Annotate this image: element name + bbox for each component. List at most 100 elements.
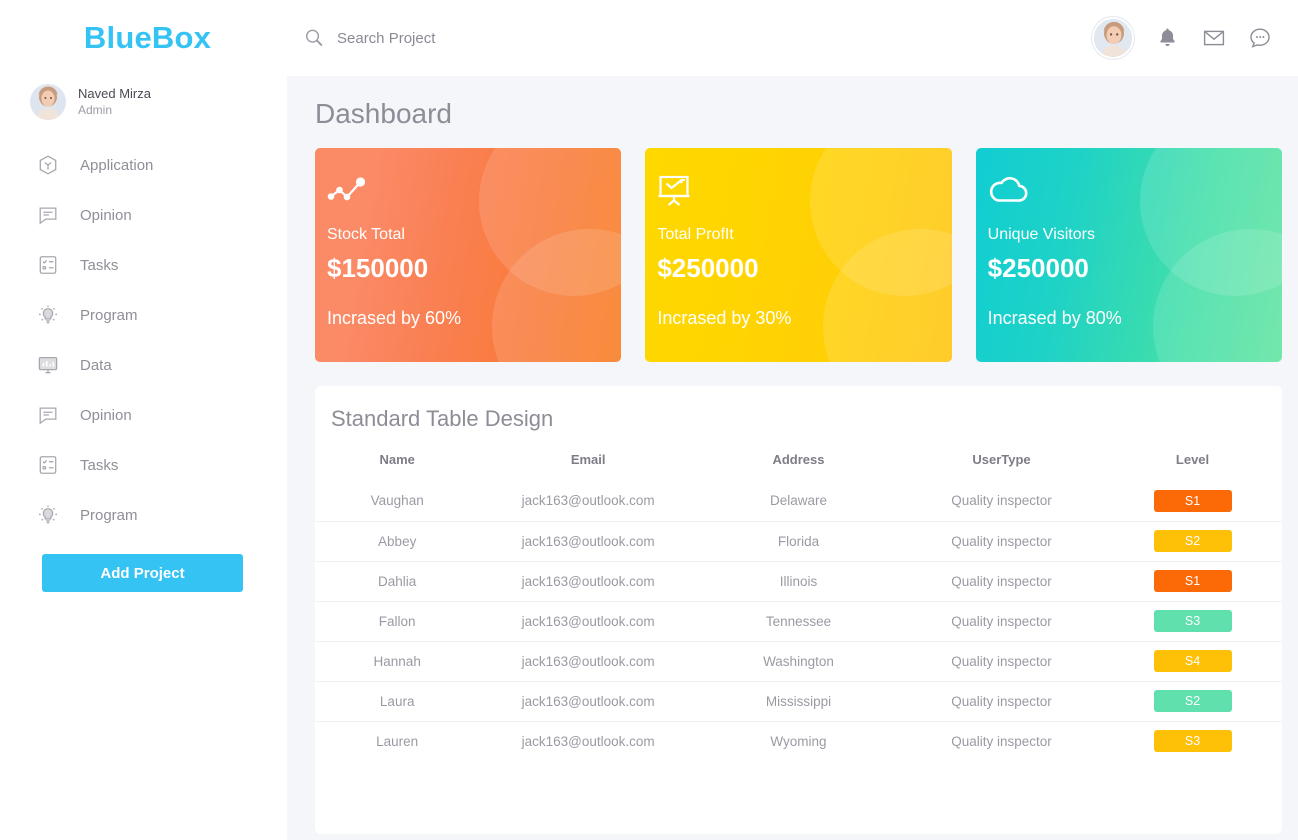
cell-email: jack163@outlook.com xyxy=(479,720,697,761)
cube-icon xyxy=(36,153,60,177)
stat-card-label: Total ProfIt xyxy=(657,226,734,243)
table-row[interactable]: Lauren jack163@outlook.com Wyoming Quali… xyxy=(315,720,1282,761)
bell-icon[interactable] xyxy=(1156,26,1180,50)
sidebar-item-data[interactable]: Data xyxy=(0,340,287,390)
stat-card-value: $150000 xyxy=(327,253,429,283)
sidebar-item-label: Application xyxy=(80,156,154,174)
cell-email: jack163@outlook.com xyxy=(479,680,697,721)
sidebar-item-label: Tasks xyxy=(80,456,119,474)
cell-name: Dahlia xyxy=(315,560,480,601)
add-project-container: Add Project xyxy=(0,540,287,592)
sidebar-user-profile[interactable]: Naved Mirza Admin xyxy=(0,76,287,128)
cell-name: Lauren xyxy=(315,720,480,761)
status-badge: S3 xyxy=(1153,730,1232,753)
column-header-address[interactable]: Address xyxy=(697,440,900,481)
envelope-icon[interactable] xyxy=(1202,26,1226,50)
cell-address: Illinois xyxy=(696,560,900,601)
sidebar-item-label: Data xyxy=(80,356,112,374)
column-header-email[interactable]: Email xyxy=(479,440,697,481)
cell-usertype: Quality inspector xyxy=(900,600,1104,641)
table-row[interactable]: Hannah jack163@outlook.com Washington Qu… xyxy=(315,640,1282,681)
stat-card-label: Stock Total xyxy=(327,226,405,243)
cell-email: jack163@outlook.com xyxy=(479,520,697,561)
cell-usertype: Quality inspector xyxy=(951,493,1052,509)
table-row[interactable]: Laura jack163@outlook.com Mississippi Qu… xyxy=(315,680,1282,721)
cell-name: Laura xyxy=(315,680,480,721)
sidebar-item-opinion[interactable]: Opinion xyxy=(0,190,287,240)
lightbulb-icon xyxy=(36,503,60,527)
sidebar-item-application[interactable]: Application xyxy=(0,140,287,190)
stat-card-sub: Incrased by 30% xyxy=(657,308,792,328)
sidebar-item-label: Program xyxy=(80,506,138,524)
sidebar-item-program-2[interactable]: Program xyxy=(0,490,287,540)
cell-email: jack163@outlook.com xyxy=(521,493,655,509)
stat-card-sub: Incrased by 60% xyxy=(327,308,462,328)
stat-card-value: $250000 xyxy=(987,253,1089,283)
stat-cards: Stock Total $150000 Incrased by 60% Tota… xyxy=(301,148,1284,362)
cell-level: S3 xyxy=(1103,720,1282,761)
search-icon xyxy=(303,27,325,49)
cell-email: jack163@outlook.com xyxy=(479,640,697,681)
sidebar-item-program[interactable]: Program xyxy=(0,290,287,340)
column-header-usertype[interactable]: UserType xyxy=(900,440,1103,481)
presentation-chart-icon xyxy=(657,174,951,216)
main-area: Dashboard xyxy=(287,0,1298,840)
sidebar-item-tasks-2[interactable]: Tasks xyxy=(0,440,287,490)
table-row[interactable]: Abbey jack163@outlook.com Florida Qualit… xyxy=(315,520,1282,561)
cell-address: Mississippi xyxy=(696,680,900,721)
status-badge: S3 xyxy=(1153,610,1232,632)
cell-level: S2 xyxy=(1103,520,1282,561)
cell-name: Abbey xyxy=(315,520,480,561)
cell-usertype: Quality inspector xyxy=(900,720,1104,761)
content-area: Dashboard Stock Total $150000 Incrased b… xyxy=(287,76,1298,840)
sidebar-item-label: Tasks xyxy=(80,256,119,274)
column-header-name[interactable]: Name xyxy=(315,440,479,481)
cell-level: S4 xyxy=(1103,640,1282,681)
cell-name: Fallon xyxy=(315,600,480,641)
cell-email: jack163@outlook.com xyxy=(479,560,697,601)
search-input[interactable] xyxy=(337,29,657,47)
add-project-button[interactable]: Add Project xyxy=(42,554,243,592)
stat-card-unique-visitors[interactable]: Unique Visitors $250000 Incrased by 80% xyxy=(975,148,1282,362)
cloud-icon xyxy=(988,174,1282,216)
avatar xyxy=(30,84,66,120)
cell-level: S1 xyxy=(1103,481,1282,521)
search-container[interactable] xyxy=(303,27,1092,49)
cell-level: S2 xyxy=(1103,680,1282,721)
chat-icon[interactable] xyxy=(1248,26,1272,50)
checklist-icon xyxy=(36,453,60,477)
cell-name: Hannah xyxy=(315,640,480,681)
sidebar-item-tasks[interactable]: Tasks xyxy=(0,240,287,290)
status-badge: S4 xyxy=(1153,650,1232,672)
sidebar-item-label: Program xyxy=(80,306,138,324)
sidebar-nav: Application Opinion Tasks Program Data O… xyxy=(0,136,287,540)
stat-card-stock-total[interactable]: Stock Total $150000 Incrased by 60% xyxy=(315,148,622,362)
brand-logo[interactable]: BlueBox xyxy=(0,0,287,76)
column-header-level[interactable]: Level xyxy=(1103,440,1282,481)
stat-card-value: $250000 xyxy=(657,253,759,283)
avatar[interactable] xyxy=(1092,17,1134,59)
cell-usertype: Quality inspector xyxy=(900,560,1104,601)
profile-name: Naved Mirza xyxy=(78,86,151,101)
topbar-actions xyxy=(1092,17,1272,59)
stat-card-sub: Incrased by 80% xyxy=(987,308,1122,328)
table-header: Name Email Address UserType Level xyxy=(315,440,1282,481)
lightbulb-icon xyxy=(36,303,60,327)
cell-usertype: Quality inspector xyxy=(900,520,1104,561)
table-row[interactable]: Vaughan jack163@outlook.com Delaware Qua… xyxy=(315,481,1282,521)
topbar xyxy=(287,0,1298,76)
table-row[interactable]: Fallon jack163@outlook.com Tennessee Qua… xyxy=(315,600,1282,641)
cell-email: jack163@outlook.com xyxy=(479,600,697,641)
profile-role: Admin xyxy=(78,103,113,117)
page-title: Dashboard xyxy=(315,98,452,129)
sidebar-item-opinion-2[interactable]: Opinion xyxy=(0,390,287,440)
standard-table: Name Email Address UserType Level Vaugha… xyxy=(315,440,1282,761)
comment-icon xyxy=(36,203,60,227)
stat-card-total-profit[interactable]: Total ProfIt $250000 Incrased by 30% xyxy=(645,148,952,362)
status-badge: S2 xyxy=(1153,690,1232,712)
table-body: Vaughan jack163@outlook.com Delaware Qua… xyxy=(315,481,1282,761)
table-header-row: Name Email Address UserType Level xyxy=(315,440,1282,481)
status-badge: S1 xyxy=(1153,570,1232,592)
table-row[interactable]: Dahlia jack163@outlook.com Illinois Qual… xyxy=(315,560,1282,601)
line-chart-nodes-icon xyxy=(327,174,621,216)
